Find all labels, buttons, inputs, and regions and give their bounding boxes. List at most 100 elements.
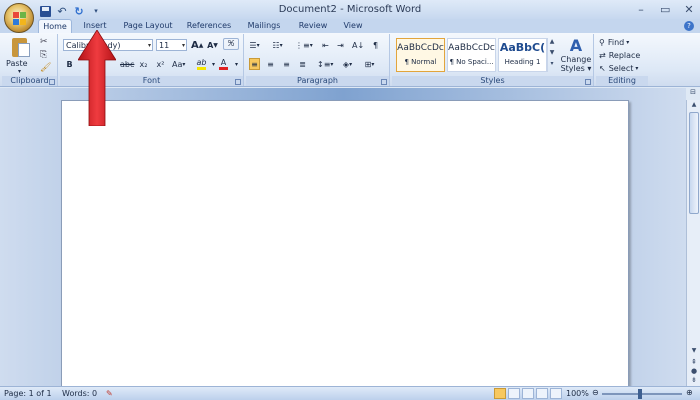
scroll-up-icon[interactable]: ▲ — [689, 101, 699, 111]
tab-mailings[interactable]: Mailings — [243, 19, 285, 33]
font-size-value: 11 — [159, 41, 170, 50]
borders-button[interactable]: ⊞ ▾ — [364, 58, 375, 70]
font-color-bar — [219, 66, 228, 70]
styles-gallery-scroll[interactable]: ▲ ▼ ▾ — [547, 38, 556, 72]
group-label-styles: Styles — [392, 76, 593, 86]
shading-button[interactable]: ◈ ▾ — [342, 58, 353, 70]
format-painter-icon[interactable]: 🖌 — [40, 63, 51, 73]
zoom-in-icon[interactable]: ⊕ — [686, 388, 693, 397]
previous-page-icon[interactable]: ⇞ — [689, 358, 699, 367]
font-color-button[interactable]: A — [218, 58, 229, 70]
paragraph-group: ☰ ▾ ☷ ▾ ⋮≡ ▾ ⇤ ⇥ A↓ ¶ ≡ ≡ ≡ ≣ ↕≡ ▾ ◈ ▾ ⊞ ▾ Par… — [246, 34, 390, 86]
next-page-icon[interactable]: ⇟ — [689, 376, 699, 385]
chevron-down-icon[interactable]: ▾ — [18, 68, 21, 75]
proofing-icon[interactable]: ✎ — [106, 389, 113, 398]
align-center-button[interactable]: ≡ — [265, 58, 276, 70]
decrease-indent-button[interactable]: ⇤ — [320, 39, 331, 51]
zoom-slider[interactable] — [602, 393, 682, 395]
status-bar: Page: 1 of 1 Words: 0 ✎ 100% ⊖ ⊕ — [0, 386, 700, 400]
style-heading-1[interactable]: AaBbC( Heading 1 — [498, 38, 547, 72]
numbering-icon: ☷ — [272, 40, 280, 50]
justify-button[interactable]: ≣ — [297, 58, 308, 70]
tab-review[interactable]: Review — [296, 19, 330, 33]
cut-icon[interactable]: ✂ — [40, 37, 48, 47]
strikethrough-button[interactable]: abc — [120, 58, 134, 70]
highlight-color-bar — [197, 66, 206, 70]
tab-references[interactable]: References — [184, 19, 234, 33]
window-title: Document2 - Microsoft Word — [278, 4, 422, 15]
paste-icon[interactable] — [12, 36, 32, 58]
vertical-scrollbar[interactable]: ▲ ▼ ⇞ ● ⇟ — [686, 100, 700, 386]
replace-button[interactable]: ⇄ Replace — [599, 49, 647, 61]
document-page[interactable] — [61, 100, 629, 390]
paragraph-launcher-icon[interactable] — [381, 79, 387, 85]
font-launcher-icon[interactable] — [235, 79, 241, 85]
select-button[interactable]: ↖ Select ▾ — [599, 62, 647, 74]
change-case-button[interactable]: Aa ▾ — [172, 58, 185, 70]
styles-launcher-icon[interactable] — [585, 79, 591, 85]
shrink-font-button[interactable]: A ▼ — [207, 39, 218, 51]
sort-icon: A↓ — [352, 40, 365, 50]
find-button[interactable]: ⚲ Find ▾ — [599, 36, 647, 48]
highlight-button[interactable]: ab — [196, 58, 207, 70]
draft-view-icon[interactable] — [550, 388, 562, 399]
chevron-down-icon: ▾ — [181, 42, 185, 49]
scroll-down-icon[interactable]: ▼ — [689, 347, 699, 357]
superscript-button[interactable]: x² — [155, 58, 166, 70]
grow-font-icon: A — [191, 39, 199, 51]
bold-button[interactable]: B — [64, 58, 75, 70]
sort-button[interactable]: A↓ — [352, 39, 364, 51]
help-icon[interactable]: ? — [684, 21, 694, 31]
gallery-down-icon[interactable]: ▼ — [548, 49, 556, 60]
replace-label: Replace — [608, 50, 641, 60]
increase-indent-button[interactable]: ⇥ — [335, 39, 346, 51]
red-arrow-annotation-icon — [78, 30, 116, 126]
maximize-icon[interactable]: ▭ — [660, 3, 670, 16]
zoom-out-icon[interactable]: ⊖ — [592, 388, 599, 397]
zoom-level[interactable]: 100% — [566, 389, 589, 398]
style-sample: AaBbCcDc — [448, 43, 495, 53]
word-count[interactable]: Words: 0 — [62, 389, 97, 398]
clipboard-launcher-icon[interactable] — [49, 79, 55, 85]
zoom-slider-thumb[interactable] — [638, 389, 642, 399]
subscript-button[interactable]: x₂ — [138, 58, 149, 70]
tab-home[interactable]: Home — [38, 19, 72, 33]
numbering-button[interactable]: ☷ ▾ — [272, 39, 283, 51]
gallery-up-icon[interactable]: ▲ — [548, 38, 556, 49]
full-screen-reading-view-icon[interactable] — [508, 388, 520, 399]
change-styles-button[interactable]: A Change Styles ▾ — [560, 37, 592, 77]
close-icon[interactable]: ✕ — [684, 3, 694, 16]
clear-formatting-button[interactable]: ꕑ — [223, 38, 239, 50]
line-spacing-button[interactable]: ↕≡ ▾ — [317, 58, 333, 70]
ruler-toggle-icon[interactable]: ⊟ — [686, 88, 700, 100]
tab-view[interactable]: View — [338, 19, 368, 33]
align-left-button[interactable]: ≡ — [249, 58, 260, 70]
chevron-down-icon: ▾ — [626, 38, 630, 46]
office-button[interactable] — [4, 3, 34, 33]
browse-object-icon[interactable]: ● — [689, 367, 699, 376]
minimize-icon[interactable]: – — [636, 3, 646, 16]
align-right-button[interactable]: ≡ — [281, 58, 292, 70]
find-label: Find — [607, 37, 625, 47]
web-layout-view-icon[interactable] — [522, 388, 534, 399]
chevron-down-icon[interactable]: ▾ — [231, 58, 242, 70]
scrollbar-thumb[interactable] — [689, 112, 699, 214]
style-normal[interactable]: AaBbCcDc ¶ Normal — [396, 38, 445, 72]
chevron-down-icon: ▾ — [147, 42, 151, 49]
paste-button[interactable]: Paste — [6, 59, 28, 68]
grow-font-button[interactable]: A ▲ — [191, 39, 203, 51]
font-size-select[interactable]: 11 ▾ — [156, 39, 187, 51]
tab-page-layout[interactable]: Page Layout — [122, 19, 174, 33]
copy-icon[interactable]: ⎘ — [40, 50, 47, 60]
gallery-more-icon[interactable]: ▾ — [548, 60, 556, 71]
show-marks-button[interactable]: ¶ — [370, 39, 381, 51]
print-layout-view-icon[interactable] — [494, 388, 506, 399]
highlight-icon: ab — [196, 57, 207, 67]
style-no-spacing[interactable]: AaBbCcDc ¶ No Spaci... — [447, 38, 496, 72]
multilevel-list-button[interactable]: ⋮≡ ▾ — [295, 39, 313, 51]
outline-view-icon[interactable] — [536, 388, 548, 399]
page-count[interactable]: Page: 1 of 1 — [4, 389, 52, 398]
justify-icon: ≣ — [299, 59, 306, 69]
bullets-button[interactable]: ☰ ▾ — [249, 39, 260, 51]
align-center-icon: ≡ — [267, 59, 274, 69]
